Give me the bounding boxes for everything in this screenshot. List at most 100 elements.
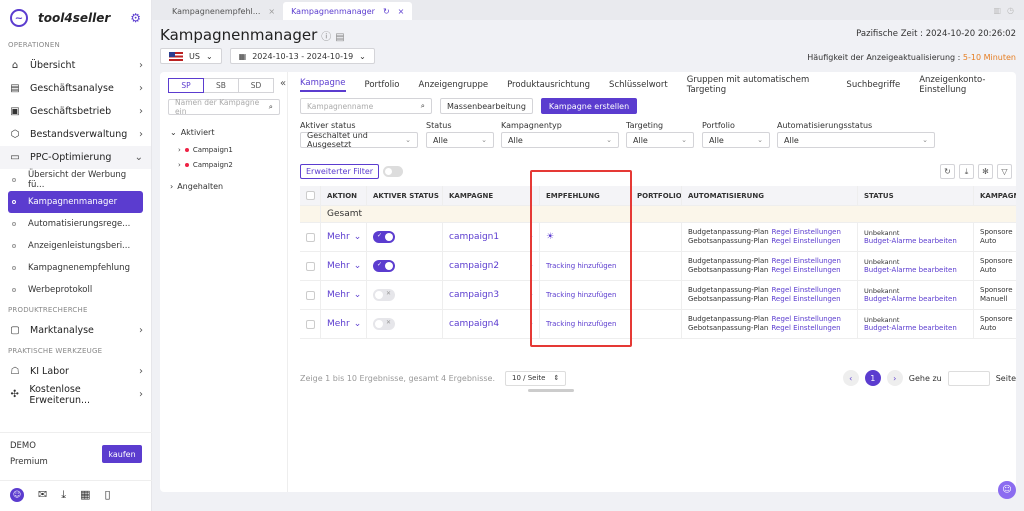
browser-tab-campaign-manager[interactable]: Kampagnenmanager ↻ × [283, 2, 413, 20]
active-status-select[interactable]: Geschaltet und Ausgesetzt ⌄ [300, 131, 418, 149]
collapse-icon[interactable]: « [280, 78, 286, 89]
rule-settings-link[interactable]: Regel Einstellungen [771, 295, 840, 303]
row-checkbox[interactable] [306, 290, 315, 300]
chevron-right-icon[interactable]: › [529, 232, 533, 242]
tree-node-active[interactable]: ⌄ Aktiviert [170, 128, 214, 137]
campaign-link[interactable]: campaign4 [449, 319, 499, 329]
download-icon[interactable]: ⤓ [61, 488, 66, 502]
create-campaign-button[interactable]: Kampagne erstellen [540, 98, 638, 114]
refresh-icon[interactable]: ↻ [940, 164, 955, 179]
campaign-link[interactable]: campaign2 [449, 261, 499, 271]
advanced-filter-button[interactable]: Erweiterter Filter [300, 164, 380, 179]
tree-search-input[interactable]: Namen der Kampagne ein ⌕ [168, 98, 280, 116]
rule-settings-link[interactable]: Regel Einstellungen [772, 315, 841, 323]
campaign-type-select[interactable]: Alle ⌄ [501, 132, 619, 148]
add-tracking-link[interactable]: Tracking hinzufügen [546, 320, 616, 329]
sidebar-sub-campaign-manager[interactable]: Kampagnenmanager [8, 191, 143, 213]
sidebar-item-free-extensions[interactable]: ✣ Kostenlose Erweiterun... › [0, 383, 151, 406]
browser-tab-recommendation[interactable]: Kampagnenempfehl... × [164, 2, 283, 20]
rule-settings-link[interactable]: Regel Einstellungen [772, 228, 841, 236]
rule-settings-link[interactable]: Regel Einstellungen [771, 324, 840, 332]
tree-leaf-campaign2[interactable]: › Campaign2 [178, 161, 233, 169]
row-more-button[interactable]: Mehr [327, 261, 350, 271]
rule-settings-link[interactable]: Regel Einstellungen [772, 257, 841, 265]
rule-settings-link[interactable]: Regel Einstellungen [771, 266, 840, 274]
avatar[interactable]: ☺ [10, 487, 24, 502]
tab-product-targeting[interactable]: Produktausrichtung [507, 80, 590, 90]
rule-settings-link[interactable]: Regel Einstellungen [771, 237, 840, 245]
lightbulb-icon[interactable]: ☀ [546, 232, 554, 242]
budget-alarm-link[interactable]: Budget-Alarme bearbeiten [864, 324, 957, 333]
goto-page-input[interactable] [947, 370, 990, 386]
row-more-button[interactable]: Mehr [327, 319, 350, 329]
close-icon[interactable]: × [398, 7, 405, 16]
gear-icon[interactable]: ⚙ [130, 11, 141, 25]
active-status-switch[interactable]: ✕ [373, 289, 395, 301]
sidebar-item-ai-lab[interactable]: ☖ KI Labor › [0, 360, 151, 383]
sidebar-item-business-operations[interactable]: ▣ Geschäftsbetrieb › [0, 100, 151, 123]
row-checkbox[interactable] [306, 261, 315, 271]
active-status-switch[interactable]: ✓ [373, 231, 395, 243]
budget-alarm-link[interactable]: Budget-Alarme bearbeiten [864, 295, 957, 304]
segment-sd[interactable]: SD [238, 78, 274, 93]
chevron-right-icon[interactable]: › [529, 290, 533, 300]
tab-auto-targeting[interactable]: Gruppen mit automatischem Targeting [687, 75, 828, 95]
search-icon[interactable]: ⌕ [269, 102, 273, 112]
rule-settings-link[interactable]: Regel Einstellungen [772, 286, 841, 294]
filter-icon[interactable]: ▽ [997, 164, 1012, 179]
row-checkbox[interactable] [306, 319, 315, 329]
language-icon[interactable]: ▦ [80, 488, 90, 501]
sidebar-sub-ad-log[interactable]: Werbeprotokoll [0, 279, 151, 301]
budget-alarm-link[interactable]: Budget-Alarme bearbeiten [864, 266, 957, 275]
segment-sb[interactable]: SB [203, 78, 239, 93]
mail-icon[interactable]: ✉ [38, 488, 47, 501]
automation-status-select[interactable]: Alle ⌄ [777, 132, 935, 148]
clock-icon[interactable]: ◷ [1007, 6, 1014, 15]
tab-portfolio[interactable]: Portfolio [365, 80, 400, 90]
tab-keyword[interactable]: Schlüsselwort [609, 80, 668, 90]
campaign-link[interactable]: campaign3 [449, 290, 499, 300]
chevron-right-icon[interactable]: › [529, 319, 533, 329]
tab-ad-group[interactable]: Anzeigengruppe [419, 80, 489, 90]
row-more-button[interactable]: Mehr [327, 290, 350, 300]
status-select[interactable]: Alle ⌄ [426, 132, 494, 148]
doc-icon[interactable]: ▤ [335, 32, 344, 43]
next-page-button[interactable]: › [886, 370, 903, 386]
targeting-select[interactable]: Alle ⌄ [626, 132, 694, 148]
campaign-search-input[interactable]: Kampagnenname ⌕ [300, 98, 432, 114]
close-icon[interactable]: × [268, 7, 275, 16]
bulk-edit-button[interactable]: Massenbearbeitung [440, 98, 533, 114]
brand[interactable]: ~ tool4seller ⚙ [0, 0, 151, 36]
sidebar-item-overview[interactable]: ⌂ Übersicht › [0, 54, 151, 77]
row-more-button[interactable]: Mehr [327, 232, 350, 242]
tab-campaign[interactable]: Kampagne [300, 78, 346, 92]
add-tracking-link[interactable]: Tracking hinzufügen [546, 291, 616, 300]
settings-icon[interactable]: ✻ [978, 164, 993, 179]
table-scrollbar[interactable] [528, 389, 574, 392]
chevron-right-icon[interactable]: › [529, 261, 533, 271]
search-icon[interactable]: ⌕ [421, 101, 425, 111]
trash-icon[interactable]: ▥ [993, 6, 1001, 15]
portfolio-select[interactable]: Alle ⌄ [702, 132, 770, 148]
sidebar-item-inventory[interactable]: ⬡ Bestandsverwaltung › [0, 123, 151, 146]
add-tracking-link[interactable]: Tracking hinzufügen [546, 262, 616, 271]
sidebar-sub-ad-overview[interactable]: Übersicht der Werbung fü... [0, 169, 151, 191]
active-status-switch[interactable]: ✓ [373, 260, 395, 272]
tab-account-settings[interactable]: Anzeigenkonto-Einstellung [919, 75, 1016, 95]
current-page[interactable]: 1 [864, 370, 881, 386]
segment-sp[interactable]: SP [168, 78, 204, 93]
help-icon[interactable]: ⓘ [321, 32, 331, 43]
tree-node-paused[interactable]: › Angehalten [170, 182, 223, 191]
budget-alarm-link[interactable]: Budget-Alarme bearbeiten [864, 237, 957, 246]
mobile-icon[interactable]: ▯ [105, 488, 111, 501]
support-chat-icon[interactable]: ☺ [998, 481, 1016, 499]
download-icon[interactable]: ⤓ [959, 164, 974, 179]
sidebar-sub-automation-rules[interactable]: Automatisierungsrege... [0, 213, 151, 235]
active-status-switch[interactable]: ✕ [373, 318, 395, 330]
sidebar-item-business-analysis[interactable]: ▤ Geschäftsanalyse › [0, 77, 151, 100]
date-range-picker[interactable]: ▦ 2024-10-13 - 2024-10-19 ⌄ [229, 48, 375, 64]
row-checkbox[interactable] [306, 232, 315, 242]
campaign-link[interactable]: campaign1 [449, 232, 499, 242]
tree-leaf-campaign1[interactable]: › Campaign1 [178, 146, 233, 154]
select-all-checkbox[interactable] [306, 191, 315, 200]
